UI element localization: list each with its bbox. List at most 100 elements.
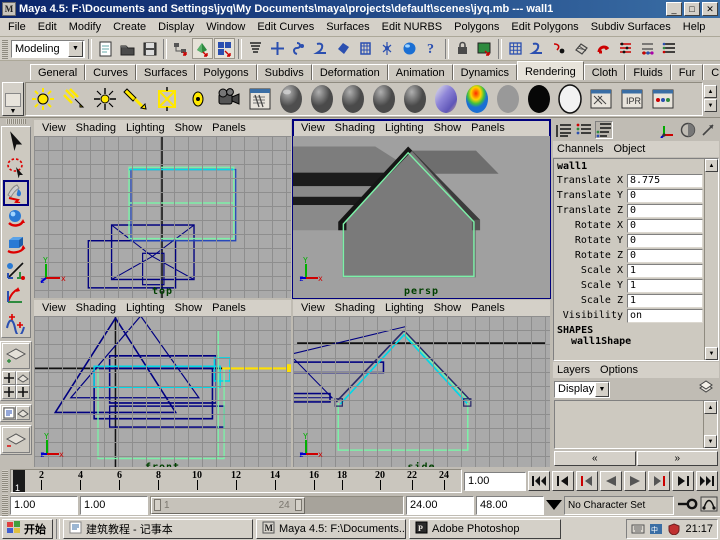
channel-value-field[interactable]: 1	[627, 263, 703, 278]
menu-edit-nurbs[interactable]: Edit NURBS	[376, 19, 449, 35]
layout-two-pane-stacked[interactable]	[16, 371, 30, 385]
ambient-light-icon[interactable]	[28, 84, 58, 114]
layout-four-view[interactable]	[2, 371, 16, 385]
select-by-component-icon[interactable]	[214, 38, 235, 59]
layout-persp-small-icon[interactable]	[16, 406, 30, 420]
lock-icon[interactable]	[452, 38, 473, 59]
shelf-options-button[interactable]: ▼	[2, 81, 24, 116]
shelf-tab-fluids[interactable]: Fluids	[625, 64, 671, 80]
vp-menu-panels[interactable]: Panels	[466, 302, 510, 314]
attribute-editor-icon[interactable]	[679, 121, 697, 139]
anisotropic-material-icon[interactable]	[400, 84, 430, 114]
channel-box-scrollbar[interactable]: ▲ ▼	[704, 159, 718, 360]
start-button[interactable]: 开始	[2, 518, 53, 539]
render-view-icon[interactable]	[586, 84, 616, 114]
layout-single-persp-alt[interactable]	[2, 427, 30, 453]
shelf-tab-dynamics[interactable]: Dynamics	[452, 64, 517, 80]
vp-menu-shading[interactable]: Shading	[71, 302, 121, 314]
select-dynamics-icon[interactable]	[377, 38, 398, 59]
shelf-tab-custom[interactable]: Custom	[703, 64, 720, 80]
camera-icon[interactable]	[214, 84, 244, 114]
channel-row[interactable]: Rotate Y 0	[555, 233, 703, 248]
viewport-side[interactable]: View Shading Lighting Show Panels Y x z	[293, 300, 550, 467]
ramp-shader-icon[interactable]	[462, 84, 492, 114]
channel-row[interactable]: Scale Y 1	[555, 278, 703, 293]
lasso-tool[interactable]	[3, 154, 29, 180]
channel-value-field[interactable]: 0	[627, 218, 703, 233]
menu-surfaces[interactable]: Surfaces	[320, 19, 375, 35]
vp-menu-show[interactable]: Show	[170, 302, 208, 314]
taskbar-item-notepad[interactable]: 建筑教程 - 记事本	[63, 518, 253, 539]
menu-file[interactable]: File	[2, 19, 32, 35]
vp-menu-lighting[interactable]: Lighting	[121, 302, 170, 314]
taskbar-item-maya[interactable]: M Maya 4.5: F:\Documents...	[256, 518, 406, 539]
menu-display[interactable]: Display	[152, 19, 200, 35]
channel-value-field[interactable]: 1	[627, 278, 703, 293]
universal-manipulator-tool[interactable]	[3, 284, 29, 310]
select-surface-icon[interactable]	[333, 38, 354, 59]
channel-box-icon[interactable]	[659, 38, 680, 59]
shading-map-icon[interactable]	[555, 83, 585, 114]
step-forward-frame-button[interactable]	[648, 471, 670, 491]
move-tool[interactable]	[3, 206, 29, 232]
close-button[interactable]: ✕	[702, 2, 718, 16]
channel-row[interactable]: Rotate Z 0	[555, 248, 703, 263]
viewport-front-canvas[interactable]: Y x z front	[34, 316, 291, 467]
select-handle-icon[interactable]	[289, 38, 310, 59]
animation-preferences-icon[interactable]	[700, 496, 718, 515]
mask-hierarchy-icon[interactable]	[245, 38, 266, 59]
vp-menu-lighting[interactable]: Lighting	[380, 122, 429, 134]
lambert-material-icon[interactable]	[276, 84, 306, 114]
channel-row[interactable]: Scale Z 1	[555, 293, 703, 308]
menu-window[interactable]: Window	[200, 19, 251, 35]
scroll-up-button[interactable]: ▲	[704, 401, 717, 414]
vp-menu-lighting[interactable]: Lighting	[380, 302, 429, 314]
shelf-tab-fur[interactable]: Fur	[670, 64, 704, 80]
attribute-editor-icon[interactable]	[615, 38, 636, 59]
chevron-down-icon[interactable]: ▼	[68, 40, 83, 57]
channel-box-menu-object[interactable]: Object	[613, 143, 645, 155]
layout-outliner-persp[interactable]	[2, 385, 16, 399]
range-slider-grip[interactable]	[2, 494, 8, 516]
snap-grid-icon[interactable]	[505, 38, 526, 59]
shelf-scroll-down-button[interactable]: ▼	[704, 99, 717, 112]
point-light-icon[interactable]	[90, 84, 120, 114]
vp-menu-view[interactable]: View	[37, 302, 71, 314]
volume-light-icon[interactable]	[183, 84, 213, 114]
channel-row[interactable]: Visibility on	[555, 308, 703, 323]
tool-settings-icon[interactable]	[699, 121, 717, 139]
batch-render-icon[interactable]	[648, 84, 678, 114]
current-frame-field[interactable]: 1.00	[464, 471, 526, 491]
channel-value-field[interactable]: 8.775	[627, 173, 703, 188]
menu-edit-polygons[interactable]: Edit Polygons	[505, 19, 584, 35]
viewport-front[interactable]: View Shading Lighting Show Panels Y x z	[34, 300, 291, 467]
input-method-icon[interactable]: 中	[649, 522, 663, 536]
select-curve-icon[interactable]	[311, 38, 332, 59]
animation-end-field[interactable]: 48.00	[476, 495, 544, 515]
vp-menu-panels[interactable]: Panels	[466, 122, 510, 134]
use-background-icon[interactable]	[524, 84, 554, 114]
channel-row[interactable]: Translate X 8.775	[555, 173, 703, 188]
layer-mode-selector[interactable]: Display ▼	[554, 380, 610, 398]
scale-tool[interactable]	[3, 258, 29, 284]
vp-menu-show[interactable]: Show	[429, 302, 467, 314]
range-start-field[interactable]: 1.00	[80, 495, 148, 515]
chevron-down-icon[interactable]: ▼	[595, 381, 609, 397]
time-slider-current-frame[interactable]: 1	[13, 470, 25, 492]
taskbar-item-photoshop[interactable]: P Adobe Photoshop	[409, 518, 561, 539]
snap-view-icon[interactable]	[571, 38, 592, 59]
snap-curve-icon[interactable]	[527, 38, 548, 59]
channel-row[interactable]: Translate Y 0	[555, 188, 703, 203]
select-by-object-icon[interactable]	[192, 38, 213, 59]
snapshot-icon[interactable]	[474, 38, 495, 59]
soft-modification-tool[interactable]	[3, 310, 29, 336]
antivirus-icon[interactable]	[667, 522, 681, 536]
keyboard-icon[interactable]	[631, 522, 645, 536]
go-to-end-button[interactable]	[696, 471, 718, 491]
range-slider[interactable]: 1 24	[150, 495, 404, 515]
animation-start-field[interactable]: 1.00	[10, 495, 78, 515]
phong-material-icon[interactable]	[338, 84, 368, 114]
shelf-tab-deformation[interactable]: Deformation	[311, 64, 388, 80]
help-icon[interactable]: ?	[421, 38, 442, 59]
vp-menu-shading[interactable]: Shading	[330, 302, 380, 314]
